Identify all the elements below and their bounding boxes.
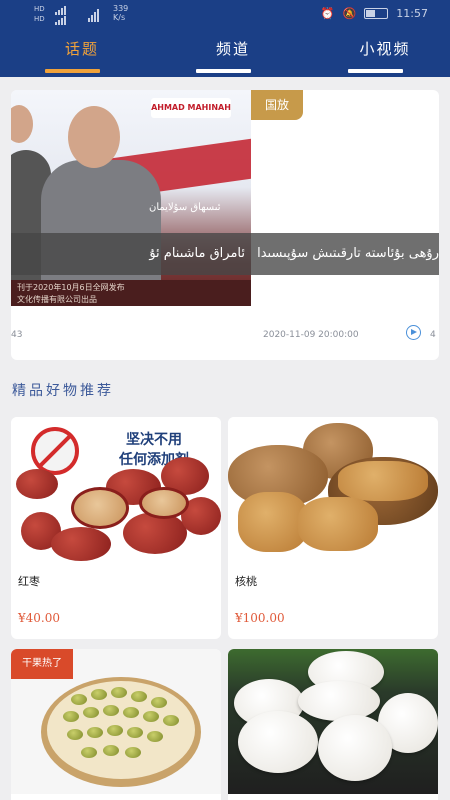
- cake: [298, 681, 380, 721]
- raisin: [163, 715, 179, 726]
- product-image[interactable]: [228, 649, 438, 794]
- app-header: HD HD 339 K/s ⏰ 🔕 11:57 话题 频道 小视频: [0, 0, 450, 77]
- walnut-kernel: [338, 461, 428, 501]
- product-name: 红枣: [18, 575, 40, 588]
- product-image[interactable]: 坚决不用 任何添加剂: [11, 417, 221, 562]
- status-right: ⏰ 🔕 11:57: [321, 7, 428, 20]
- jujube: [51, 527, 111, 561]
- raisin: [151, 697, 167, 708]
- raisin: [83, 707, 99, 718]
- person-head: [11, 105, 33, 143]
- featured-carousel[interactable]: AHMAD MAHINAH ئىسھاق سۇلايمان 刊于2020年10月…: [11, 90, 439, 360]
- network-speed: 339 K/s: [113, 4, 129, 22]
- no-additive-icon: [31, 427, 79, 475]
- tab-label: 话题: [64, 40, 99, 58]
- product-image[interactable]: 干果热了: [11, 649, 221, 794]
- battery-icon: [364, 8, 389, 19]
- raisin: [87, 727, 103, 738]
- slide-caption[interactable]: رۇھى بۇئاستە تارقىتىش سۇپىسىدا: [255, 233, 439, 275]
- product-card[interactable]: 干果热了: [11, 649, 221, 800]
- raisin: [67, 729, 83, 740]
- raisin: [81, 747, 97, 758]
- status-bar: HD HD 339 K/s ⏰ 🔕 11:57: [0, 0, 450, 28]
- slide-footer-line: 文化传播有限公司出品: [17, 295, 97, 304]
- mute-icon: 🔕: [342, 7, 357, 20]
- cake: [238, 711, 318, 773]
- product-name: 核桃: [235, 575, 257, 588]
- clock: 11:57: [396, 7, 428, 20]
- alarm-icon: ⏰: [320, 7, 335, 20]
- raisin: [91, 689, 107, 700]
- raisin: [127, 727, 143, 738]
- product-card[interactable]: 坚决不用 任何添加剂 红枣 ¥40.00: [11, 417, 221, 639]
- post-date: 2020-11-09 20:00:00: [263, 330, 359, 340]
- tab-channels[interactable]: 频道: [188, 30, 278, 77]
- jujube: [123, 512, 187, 554]
- tab-indicator: [196, 69, 251, 73]
- walnut-kernel: [298, 497, 378, 551]
- raisin: [143, 711, 159, 722]
- raisin: [103, 705, 119, 716]
- tab-bar: 话题 频道 小视频: [0, 30, 450, 77]
- wifi-icon: [88, 9, 99, 22]
- raisin: [63, 711, 79, 722]
- play-icon[interactable]: [406, 325, 421, 340]
- slide-signature: ئىسھاق سۇلايمان: [149, 202, 221, 213]
- view-count: 4: [430, 330, 436, 340]
- jujube: [16, 469, 58, 499]
- raisin: [107, 725, 123, 736]
- raisin: [147, 731, 163, 742]
- slide-footer-line: 刊于2020年10月6日全网发布: [17, 283, 125, 292]
- hd-indicator: HD: [34, 15, 45, 23]
- tab-topics[interactable]: 话题: [37, 30, 127, 77]
- cake: [318, 715, 392, 781]
- raisin: [125, 747, 141, 758]
- slide-caption[interactable]: ئامراق ماشىنام ئۇ: [11, 233, 251, 275]
- product-card[interactable]: [228, 649, 438, 800]
- category-badge: 国放: [251, 90, 303, 120]
- product-image[interactable]: [228, 417, 438, 562]
- raisin: [103, 745, 119, 756]
- product-price: ¥40.00: [18, 611, 60, 625]
- tab-indicator: [45, 69, 100, 73]
- raisin: [131, 691, 147, 702]
- slide-footer-text: 刊于2020年10月6日全网发布 文化传播有限公司出品: [11, 280, 251, 306]
- hd-indicator: HD: [34, 5, 45, 13]
- tab-label: 频道: [215, 40, 250, 58]
- tab-short-videos[interactable]: 小视频: [340, 30, 430, 77]
- product-price: ¥100.00: [235, 611, 285, 625]
- jujube-half: [139, 487, 189, 519]
- signal-icon: [55, 6, 66, 15]
- product-badge: 干果热了: [11, 649, 73, 679]
- caption-band: ئامراق ماشىنام ئۇ رۇھى بۇئاستە تارقىتىش …: [11, 233, 439, 275]
- slide-logo: AHMAD MAHINAH: [151, 98, 231, 118]
- view-count: 43: [11, 330, 23, 340]
- raisin: [71, 694, 87, 705]
- raisin: [123, 707, 139, 718]
- raisin: [111, 687, 127, 698]
- tab-indicator: [348, 69, 403, 73]
- product-card[interactable]: 核桃 ¥100.00: [228, 417, 438, 639]
- person-head: [68, 106, 120, 168]
- product-banner-text: 坚决不用: [126, 432, 182, 448]
- signal-icon: [55, 16, 66, 25]
- jujube-half: [71, 487, 129, 529]
- section-title: 精品好物推荐: [12, 383, 114, 399]
- tab-label: 小视频: [359, 40, 411, 58]
